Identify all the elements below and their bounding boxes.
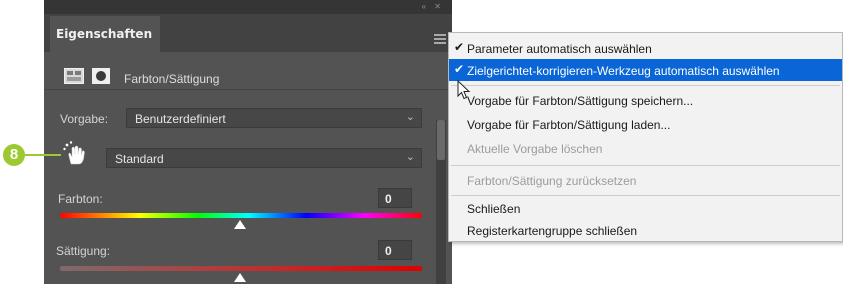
menu-item-label: Parameter automatisch auswählen — [467, 42, 652, 56]
hue-slider-track[interactable] — [60, 213, 422, 218]
menu-separator — [451, 165, 840, 166]
adjustment-title: Farbton/Sättigung — [124, 72, 220, 86]
menu-item-label: Farbton/Sättigung zurücksetzen — [467, 174, 637, 188]
saturation-input[interactable]: 0 — [378, 240, 412, 260]
menu-item-save-preset[interactable]: Vorgabe für Farbton/Sättigung speichern.… — [449, 89, 842, 111]
panel-scrollbar-thumb[interactable] — [437, 120, 445, 160]
menu-item-close[interactable]: Schließen — [449, 197, 842, 219]
saturation-slider-track[interactable] — [60, 266, 422, 271]
layer-mask-icon[interactable] — [92, 68, 110, 84]
menu-item-reset: Farbton/Sättigung zurücksetzen — [449, 169, 842, 191]
menu-separator — [451, 85, 840, 86]
hue-slider-thumb[interactable] — [234, 220, 246, 229]
chevron-down-icon: ⌄ — [405, 111, 415, 123]
panel-context-menu: ✔ Parameter automatisch auswählen ✔ Ziel… — [448, 32, 843, 242]
channel-dropdown[interactable]: Standard ⌄ — [106, 148, 422, 168]
panel-window-controls[interactable]: « ✕ — [422, 2, 444, 11]
menu-item-delete-preset: Aktuelle Vorgabe löschen — [449, 137, 842, 159]
saturation-slider-thumb[interactable] — [234, 273, 246, 282]
menu-item-label: Vorgabe für Farbton/Sättigung laden... — [467, 118, 671, 132]
properties-panel: « ✕ Eigenschaften Farbton/Sättigung Vorg… — [44, 0, 452, 284]
menu-item-label: Zielgerichtet-korrigieren-Werkzeug autom… — [467, 64, 780, 78]
checkmark-icon: ✔ — [454, 40, 465, 54]
panel-scrollbar[interactable] — [436, 120, 446, 284]
menu-item-label: Registerkartengruppe schließen — [467, 224, 638, 238]
preset-value: Benutzerdefiniert — [135, 112, 226, 126]
menu-item-label: Vorgabe für Farbton/Sättigung speichern.… — [467, 94, 694, 108]
tab-eigenschaften[interactable]: Eigenschaften — [50, 16, 160, 52]
hamburger-icon[interactable] — [434, 34, 446, 44]
panel-titlebar: « ✕ — [44, 0, 452, 14]
menu-separator — [451, 195, 840, 196]
chevron-down-icon: ⌄ — [405, 151, 415, 163]
menu-item-targeted-tool-auto[interactable]: ✔ Zielgerichtet-korrigieren-Werkzeug aut… — [449, 59, 842, 81]
hue-input[interactable]: 0 — [378, 188, 412, 208]
hand-icon[interactable] — [62, 140, 88, 166]
menu-item-parameter-auto[interactable]: ✔ Parameter automatisch auswählen — [449, 37, 842, 59]
saturation-label: Sättigung: — [56, 244, 111, 258]
preset-label: Vorgabe: — [60, 112, 109, 126]
callout-line — [25, 154, 61, 156]
adjustment-layer-icon[interactable] — [64, 68, 84, 84]
adjustment-header: Farbton/Sättigung — [44, 60, 452, 90]
preset-dropdown[interactable]: Benutzerdefiniert ⌄ — [126, 108, 422, 128]
checkmark-icon: ✔ — [454, 62, 465, 76]
menu-item-load-preset[interactable]: Vorgabe für Farbton/Sättigung laden... — [449, 113, 842, 135]
channel-value: Standard — [115, 152, 164, 166]
hue-label: Farbton: — [58, 192, 103, 206]
menu-item-label: Schließen — [467, 202, 521, 216]
menu-item-close-tab-group[interactable]: Registerkartengruppe schließen — [449, 219, 842, 241]
mouse-cursor-icon — [457, 80, 471, 100]
menu-item-label: Aktuelle Vorgabe löschen — [467, 142, 603, 156]
callout-badge: 8 — [3, 144, 25, 166]
